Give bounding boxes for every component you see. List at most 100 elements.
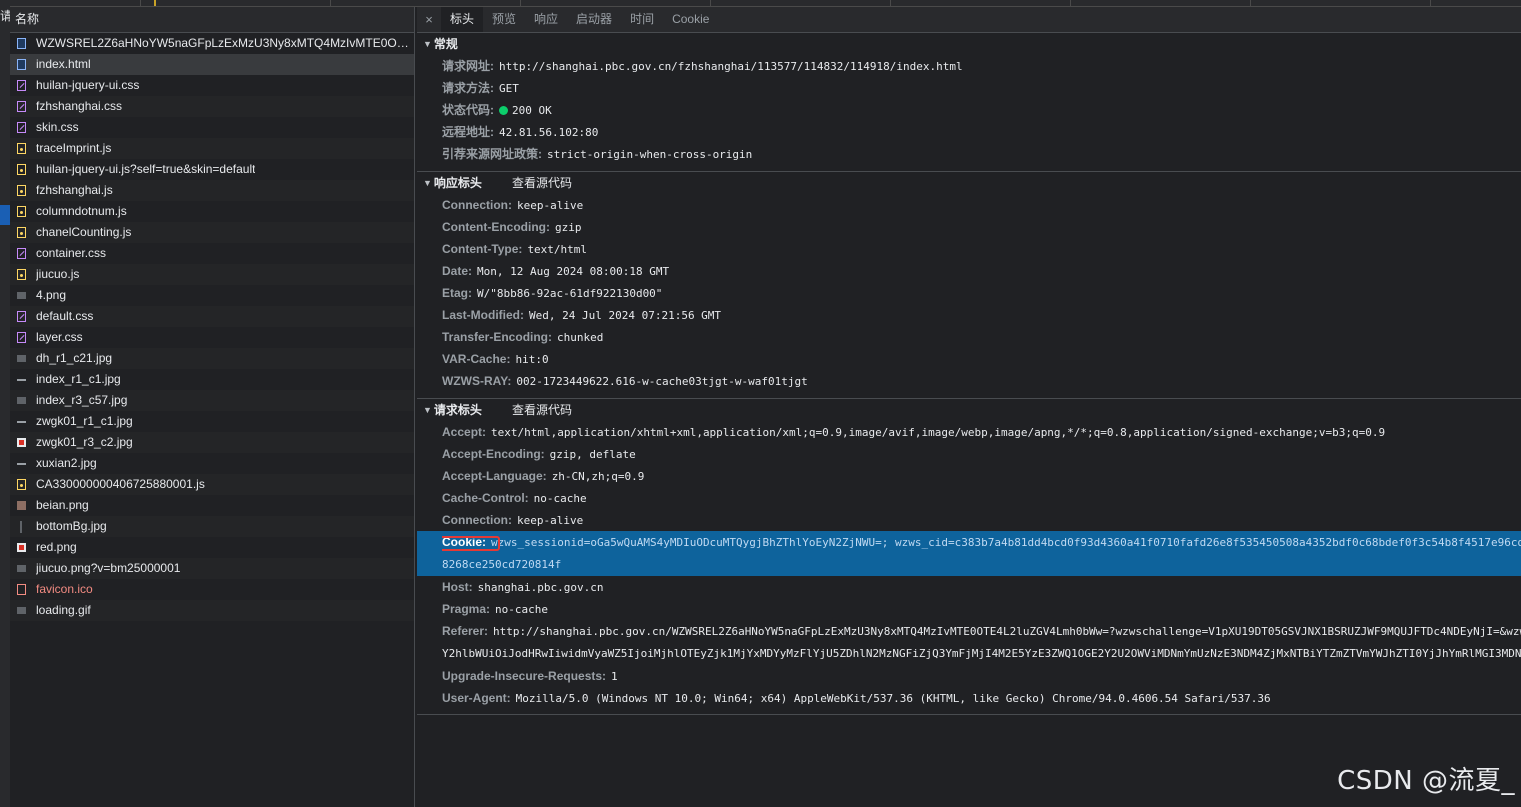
header-key: Etag: [442,286,472,300]
tab-1[interactable]: 预览 [483,7,525,32]
request-row[interactable]: zwgk01_r1_c1.jpg [10,411,414,432]
close-icon[interactable]: × [417,7,441,32]
timeline-strip[interactable] [10,0,1521,7]
timeline-tick [1070,0,1071,6]
header-key: Accept: [442,425,487,439]
header-value: text/html [527,243,588,256]
request-row[interactable]: default.css [10,306,414,327]
request-row[interactable]: red.png [10,537,414,558]
script-icon [17,185,26,196]
request-headers-header[interactable]: ▼ 请求标头 查看源代码 [417,399,1521,421]
request-row[interactable]: index_r1_c1.jpg [10,369,414,390]
general-section-header[interactable]: ▼ 常规 [417,33,1521,55]
image-icon [17,420,26,423]
request-row[interactable]: columndotnum.js [10,201,414,222]
request-row[interactable]: bottomBg.jpg [10,516,414,537]
header-key: Referer: [442,624,489,638]
header-key: Accept-Language: [442,469,547,483]
stylesheet-icon [17,332,26,343]
header-value: W/"8bb86-92ac-61df922130d00" [477,287,663,300]
request-row[interactable]: jiucuo.js [10,264,414,285]
request-row[interactable]: jiucuo.png?v=bm25000001 [10,558,414,579]
header-row-connection: Connection: keep-alive [417,509,1521,531]
request-row[interactable]: index.html [10,54,414,75]
timeline-tick [330,0,331,6]
request-row[interactable]: WZWSREL2Z6aHNoYW5naGFpLzExMzU3Ny8xMTQ4Mz… [10,33,414,54]
stylesheet-icon [17,101,26,112]
request-name: index_r3_c57.jpg [36,393,128,407]
header-value: strict-origin-when-cross-origin [547,148,753,161]
header-key: Accept-Encoding: [442,447,545,461]
request-row[interactable]: index_r3_c57.jpg [10,390,414,411]
detail-tabs: × 标头 预览 响应 启动器 时间 Cookie [417,7,1521,33]
header-value: gzip [554,221,582,234]
general-section: ▼ 常规 请求网址: http://shanghai.pbc.gov.cn/fzh… [417,33,1521,172]
request-name: index_r1_c1.jpg [36,372,121,386]
request-name: jiucuo.png?v=bm25000001 [36,561,181,575]
name-column-header[interactable]: 名称 [10,7,414,33]
header-value: 1 [611,670,618,683]
request-row[interactable]: container.css [10,243,414,264]
tab-5[interactable]: Cookie [663,7,718,32]
header-row-cache-control: Cache-Control: no-cache [417,487,1521,509]
header-key: 远程地址: [442,125,494,139]
request-row[interactable]: beian.png [10,495,414,516]
request-row[interactable]: xuxian2.jpg [10,453,414,474]
request-name: zwgk01_r1_c1.jpg [36,414,133,428]
request-name: huilan-jquery-ui.css [36,78,140,92]
request-row[interactable]: dh_r1_c21.jpg [10,348,414,369]
request-row[interactable]: zwgk01_r3_c2.jpg [10,432,414,453]
header-row: 远程地址: 42.81.56.102:80 [417,121,1521,143]
image-icon [17,501,26,510]
request-row[interactable]: fzhshanghai.js [10,180,414,201]
tab-2[interactable]: 响应 [525,7,567,32]
request-name: container.css [36,246,107,260]
request-headers-title: 请求标头 [433,403,482,417]
stylesheet-icon [17,248,26,259]
request-name: favicon.ico [36,582,93,596]
header-row-cookie[interactable]: Cookie: wzws_sessionid=oGa5wQuAMS4yMDIuOD… [417,531,1521,576]
request-row[interactable]: 4.png [10,285,414,306]
header-key: Connection: [442,513,512,527]
header-row: Last-Modified: Wed, 24 Jul 2024 07:21:56 … [417,304,1521,326]
request-row[interactable]: skin.css [10,117,414,138]
request-row[interactable]: layer.css [10,327,414,348]
response-view-source-link[interactable]: 查看源代码 [512,172,572,194]
status-code-value: 200 OK [512,104,552,117]
image-icon [20,520,22,533]
response-headers-header[interactable]: ▼ 响应标头 查看源代码 [417,172,1521,194]
request-name: red.png [36,540,77,554]
request-row[interactable]: CA330000000406725880001.js [10,474,414,495]
header-key: 请求方法: [442,81,494,95]
request-row[interactable]: loading.gif [10,600,414,621]
tab-3[interactable]: 启动器 [567,7,621,32]
image-icon [17,397,26,404]
timeline-tick [520,0,521,6]
request-row[interactable]: huilan-jquery-ui.js?self=true&skin=defau… [10,159,414,180]
triangle-down-icon: ▼ [423,405,432,415]
general-section-title: 常规 [433,37,458,51]
header-row: Connection: keep-alive [417,194,1521,216]
stylesheet-icon [17,80,26,91]
timeline-tick [1430,0,1431,6]
header-key: Cache-Control: [442,491,529,505]
header-value: no-cache [495,603,549,616]
request-name: dh_r1_c21.jpg [36,351,113,365]
image-icon [17,292,26,299]
header-row-upgrade-insecure: Upgrade-Insecure-Requests: 1 [417,665,1521,687]
request-name: WZWSREL2Z6aHNoYW5naGFpLzExMzU3Ny8xMTQ4Mz… [36,36,414,50]
request-row[interactable]: huilan-jquery-ui.css [10,75,414,96]
request-name: traceImprint.js [36,141,112,155]
request-row[interactable]: chanelCounting.js [10,222,414,243]
request-row[interactable]: favicon.ico [10,579,414,600]
document-icon [17,59,26,70]
referer-value-line2: Y2hlbWUiOiJodHRwIiwidmVyaWZ5IjoiMjhlOTEy… [442,647,1521,660]
header-value: keep-alive [517,514,584,527]
tab-0[interactable]: 标头 [441,7,484,32]
request-row[interactable]: traceImprint.js [10,138,414,159]
request-row[interactable]: fzhshanghai.css [10,96,414,117]
tab-4[interactable]: 时间 [621,7,663,32]
request-detail-panel: × 标头 预览 响应 启动器 时间 Cookie ▼ 常规 请求网址: http://sha… [417,7,1521,807]
header-value: shanghai.pbc.gov.cn [477,581,604,594]
request-view-source-link[interactable]: 查看源代码 [512,399,572,421]
